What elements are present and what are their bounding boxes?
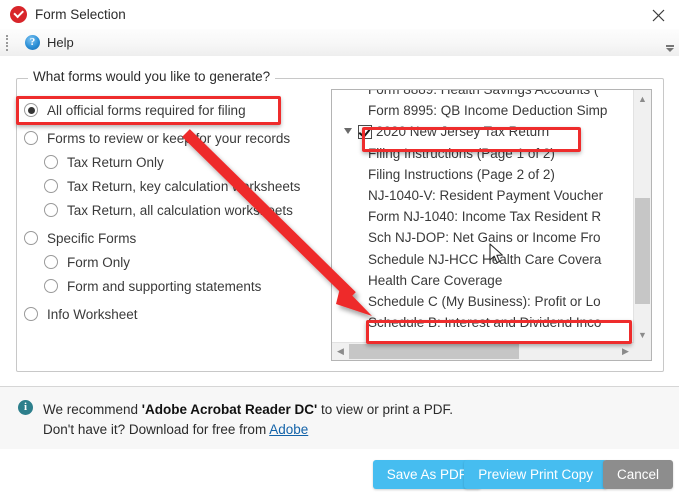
radio-option-8[interactable]: Info Worksheet	[24, 302, 324, 326]
toolbar: ? Help	[0, 29, 679, 57]
list-item[interactable]: Filing Instructions (Page 1 of 2)	[332, 143, 634, 164]
radio-mark[interactable]	[44, 255, 58, 269]
horizontal-scrollbar[interactable]: ◀ ▶	[332, 342, 634, 360]
radio-option-1[interactable]: Forms to review or keep for your records	[24, 126, 324, 150]
list-item[interactable]: NJ-1040-V: Resident Payment Voucher	[332, 185, 634, 206]
list-item[interactable]: Form 8889: Health Savings Accounts (	[332, 90, 634, 100]
radio-mark[interactable]	[44, 203, 58, 217]
radio-option-label: Info Worksheet	[47, 306, 138, 322]
list-item-label: Sch NJ-DOP: Net Gains or Income Fro	[368, 230, 601, 246]
radio-option-label: All official forms required for filing	[47, 102, 246, 118]
radio-option-label: Tax Return Only	[67, 154, 164, 170]
list-item[interactable]: 2020 New Jersey Tax Return	[332, 121, 634, 142]
question-mark-icon: ?	[25, 35, 40, 50]
vertical-scrollbar[interactable]: ▲ ▼	[633, 90, 651, 343]
recommend-suffix: to view or print a PDF.	[317, 402, 454, 417]
radio-option-label: Specific Forms	[47, 230, 137, 246]
radio-option-label: Form Only	[67, 254, 131, 270]
radio-option-6[interactable]: Form Only	[24, 250, 324, 274]
recommendation-line-1: We recommend 'Adobe Acrobat Reader DC' t…	[43, 400, 453, 420]
cancel-button[interactable]: Cancel	[602, 460, 673, 489]
radio-option-label: Tax Return, all calculation worksheets	[67, 202, 293, 218]
forms-list-viewport: Form 8889: Health Savings Accounts ( Form…	[332, 90, 634, 343]
adobe-link[interactable]: Adobe	[269, 422, 308, 437]
list-item[interactable]: Schedule B: Interest and Dividend Inco	[332, 312, 634, 333]
list-item[interactable]: Form NJ-1040: Income Tax Resident R	[332, 206, 634, 227]
list-item[interactable]: Schedule C (My Business): Profit or Lo	[332, 291, 634, 312]
dialog-body: What forms would you like to generate? A…	[0, 56, 679, 386]
radio-option-0[interactable]: All official forms required for filing	[24, 98, 324, 122]
radio-option-5[interactable]: Specific Forms	[24, 226, 324, 250]
recommend-prefix: We recommend	[43, 402, 142, 417]
groupbox-legend: What forms would you like to generate?	[28, 69, 276, 84]
list-item-label: Filing Instructions (Page 2 of 2)	[368, 166, 555, 182]
vertical-scrollbar-thumb[interactable]	[635, 198, 650, 304]
radio-option-label: Forms to review or keep for your records	[47, 130, 291, 146]
list-item-label: NJ-1040-V: Resident Payment Voucher	[368, 188, 604, 204]
radio-mark[interactable]	[24, 131, 38, 145]
list-item-label: Form 8889: Health Savings Accounts (	[368, 90, 598, 97]
recommendation-text: We recommend 'Adobe Acrobat Reader DC' t…	[43, 400, 453, 440]
tree-toggle-icon[interactable]	[344, 127, 352, 134]
radio-mark[interactable]	[24, 103, 38, 117]
drag-grip-icon[interactable]	[6, 34, 11, 51]
list-item-label: Filing Instructions (Page 1 of 2)	[368, 145, 555, 161]
recommendation-bar: i We recommend 'Adobe Acrobat Reader DC'…	[0, 387, 679, 449]
help-button[interactable]: ? Help	[19, 33, 80, 52]
info-icon: i	[18, 400, 33, 415]
acrobat-name: 'Adobe Acrobat Reader DC'	[141, 402, 318, 417]
chevron-left-icon[interactable]: ◀	[332, 343, 349, 360]
list-item-label: Schedule NJ-HCC Health Care Covera	[368, 251, 602, 267]
radio-option-4[interactable]: Tax Return, all calculation worksheets	[24, 198, 324, 222]
radio-mark[interactable]	[24, 231, 38, 245]
scrollbar-corner	[634, 343, 651, 360]
preview-print-copy-button[interactable]: Preview Print Copy	[464, 460, 607, 489]
forms-listbox[interactable]: Form 8889: Health Savings Accounts ( Form…	[331, 89, 652, 361]
window-title: Form Selection	[35, 7, 126, 22]
list-item[interactable]: Sch NJ-DOP: Net Gains or Income Fro	[332, 227, 634, 248]
list-item[interactable]: Health Care Coverage	[332, 270, 634, 291]
form-type-radio-group: All official forms required for filing Fo…	[24, 98, 324, 326]
toolbar-overflow-icon[interactable]	[664, 34, 676, 52]
download-prefix: Don't have it? Download for free from	[43, 422, 270, 437]
radio-mark[interactable]	[44, 179, 58, 193]
list-item[interactable]: Form 8995: QB Income Deduction Simp	[332, 100, 634, 121]
radio-option-3[interactable]: Tax Return, key calculation worksheets	[24, 174, 324, 198]
radio-option-label: Tax Return, key calculation worksheets	[67, 178, 301, 194]
chevron-up-icon[interactable]: ▲	[634, 90, 651, 107]
radio-option-label: Form and supporting statements	[67, 278, 262, 294]
checkmark-circle-icon	[10, 6, 27, 23]
radio-option-2[interactable]: Tax Return Only	[24, 150, 324, 174]
chevron-down-icon[interactable]: ▼	[634, 326, 651, 343]
checkbox[interactable]	[358, 124, 372, 139]
radio-mark[interactable]	[44, 155, 58, 169]
list-item-label: Form NJ-1040: Income Tax Resident R	[368, 209, 602, 225]
list-item-label: Form 8995: QB Income Deduction Simp	[368, 103, 608, 119]
horizontal-scrollbar-thumb[interactable]	[349, 344, 519, 359]
list-item[interactable]: Filing Instructions (Page 2 of 2)	[332, 164, 634, 185]
radio-mark[interactable]	[44, 279, 58, 293]
close-icon[interactable]	[645, 4, 671, 26]
list-item-label: Health Care Coverage	[368, 272, 503, 288]
list-item-label: Schedule B: Interest and Dividend Inco	[368, 315, 602, 331]
recommendation-line-2: Don't have it? Download for free from Ad…	[43, 420, 453, 440]
dialog-button-bar: Save As PDF Preview Print Copy Cancel	[0, 449, 679, 502]
list-item-label: Schedule C (My Business): Profit or Lo	[368, 293, 601, 309]
list-item[interactable]: Schedule NJ-HCC Health Care Covera	[332, 249, 634, 270]
window-title-bar: Form Selection	[0, 0, 679, 29]
radio-mark[interactable]	[24, 307, 38, 321]
radio-option-7[interactable]: Form and supporting statements	[24, 274, 324, 298]
help-label: Help	[47, 35, 74, 50]
chevron-right-icon[interactable]: ▶	[617, 343, 634, 360]
list-item-label: 2020 New Jersey Tax Return	[376, 124, 550, 140]
